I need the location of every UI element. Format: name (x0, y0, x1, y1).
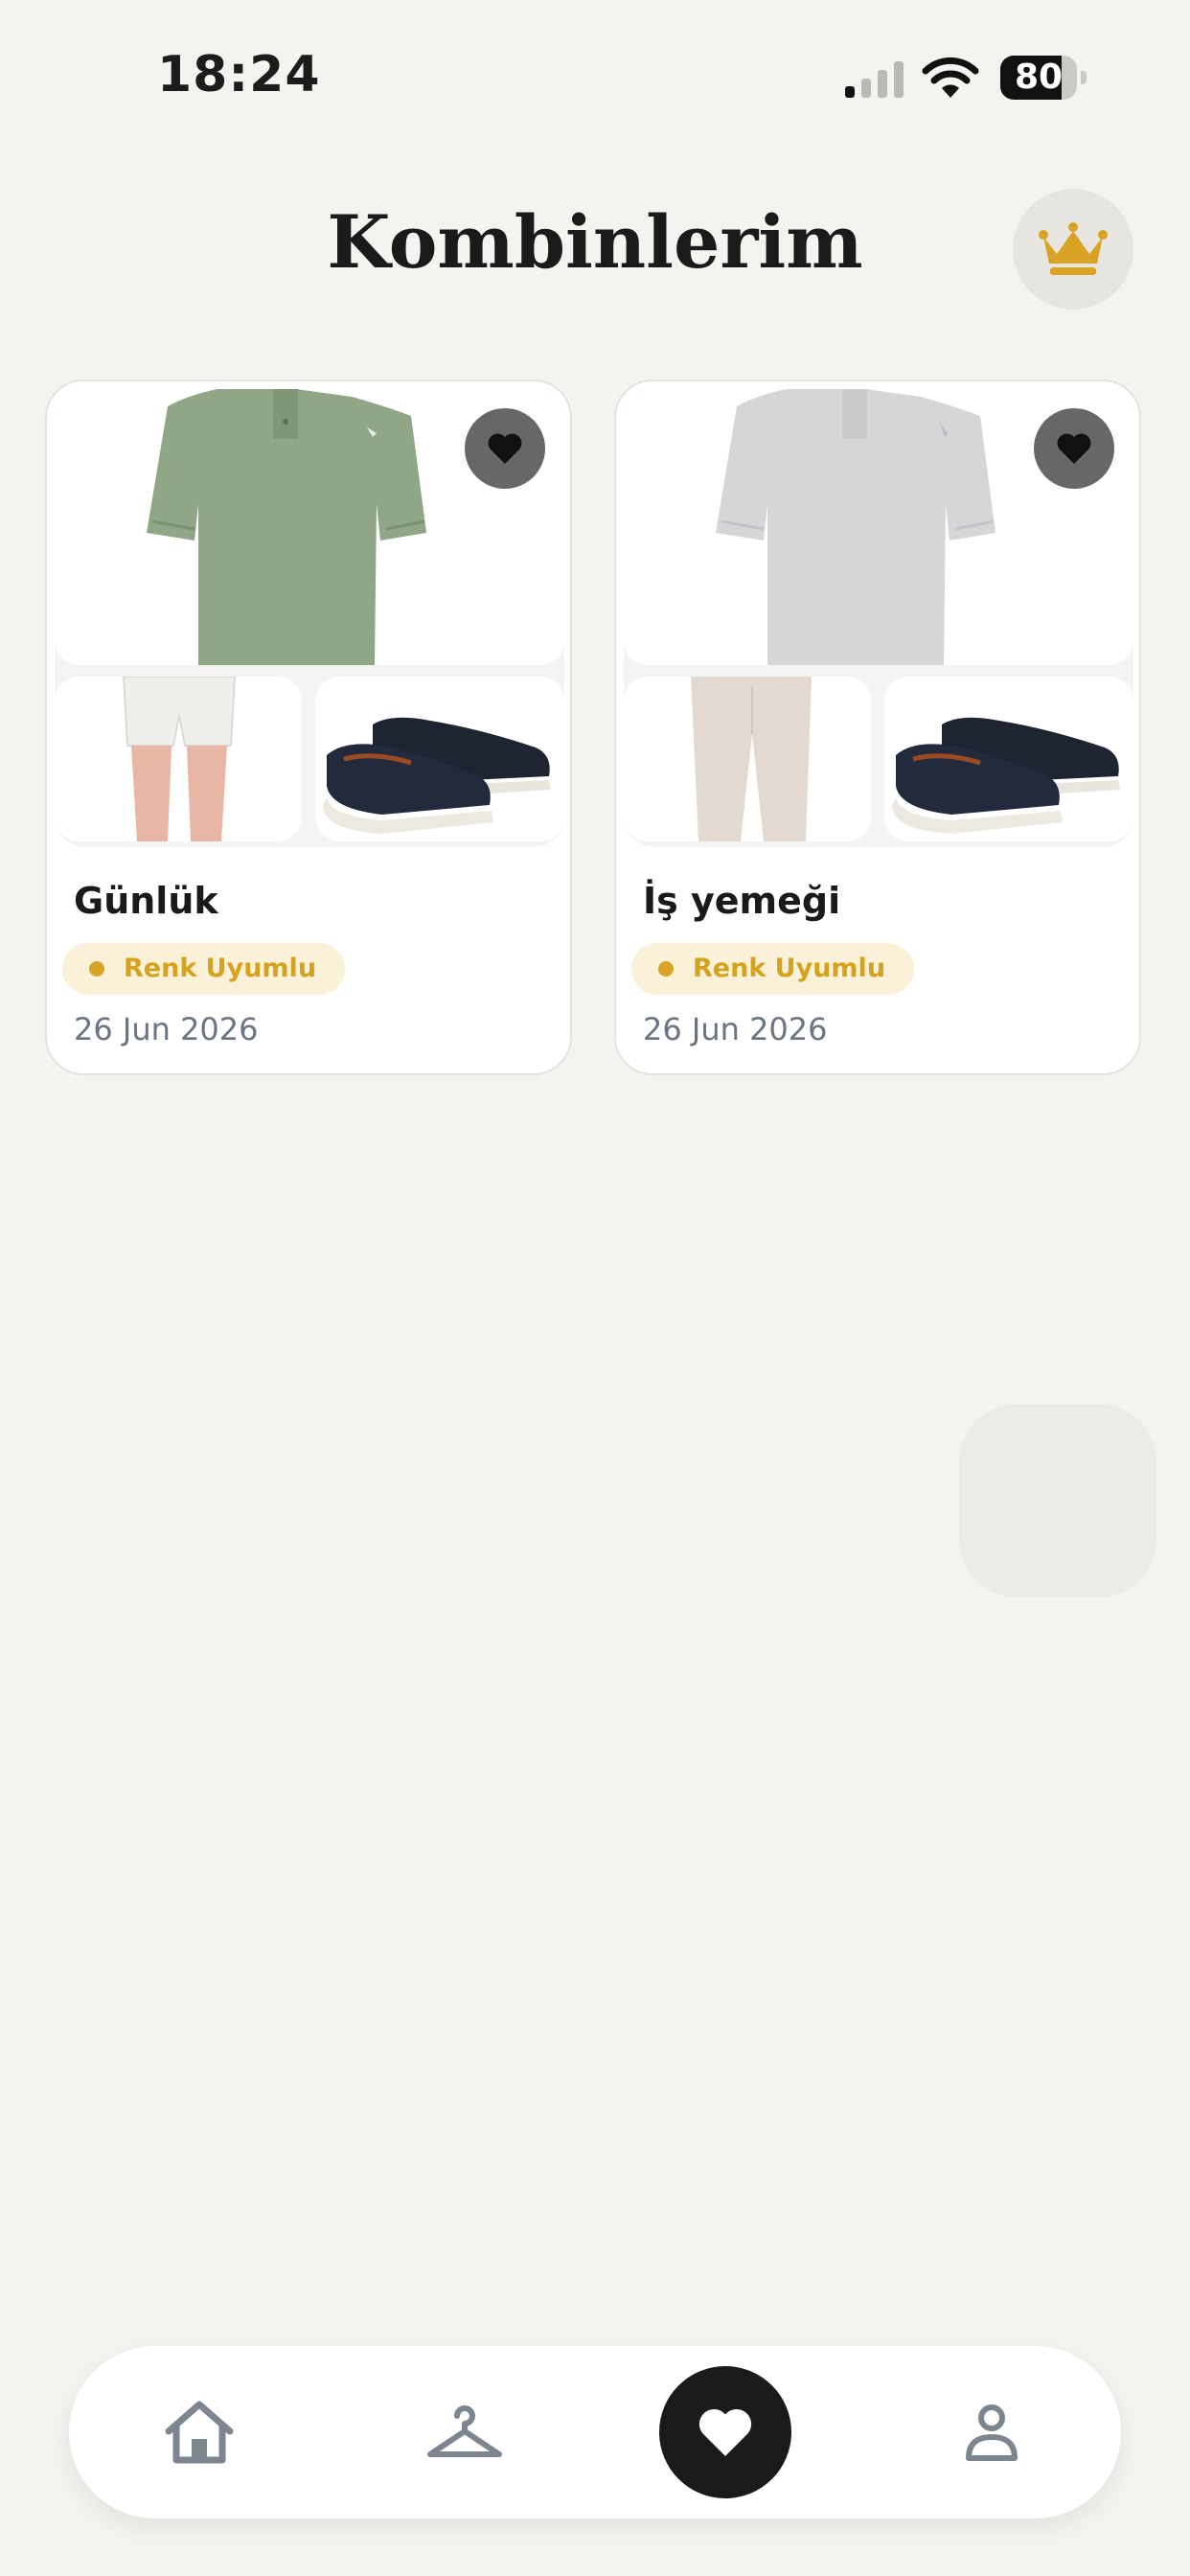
outfit-card[interactable]: Günlük Renk Uyumlu 26 Jun 2026 (45, 380, 572, 1075)
tab-wardrobe[interactable] (398, 2346, 532, 2518)
tab-home[interactable] (132, 2346, 266, 2518)
outfit-collage (55, 389, 564, 847)
outfit-collage (624, 389, 1133, 847)
badge-dot (658, 961, 674, 977)
tab-bar (69, 2346, 1121, 2518)
wifi-icon (922, 57, 979, 98)
heart-icon (488, 433, 522, 464)
active-tab-indicator (659, 2366, 791, 2498)
outfit-date: 26 Jun 2026 (74, 1011, 259, 1047)
heart-icon (1057, 433, 1091, 464)
outfit-date: 26 Jun 2026 (643, 1011, 828, 1047)
heart-icon (698, 2409, 752, 2456)
badge-dot (89, 961, 104, 977)
hanger-icon (427, 2405, 502, 2457)
premium-button[interactable] (1013, 189, 1133, 310)
outfit-title: Günlük (74, 880, 218, 922)
battery-level: 80 (1014, 58, 1064, 97)
outfit-title: İş yemeği (643, 880, 841, 922)
floating-action-button[interactable] (959, 1404, 1156, 1598)
outfit-bottom-image (55, 677, 302, 841)
outfit-bottom-image (624, 677, 871, 841)
status-bar: 18:24 80 (0, 0, 1190, 144)
outfit-shoes-image (884, 677, 1133, 841)
tab-favorites[interactable] (658, 2346, 792, 2518)
cellular-signal-icon (845, 61, 904, 98)
outfit-shoes-image (315, 677, 564, 841)
person-icon (966, 2404, 1018, 2461)
crown-icon (1039, 222, 1108, 275)
color-match-badge: Renk Uyumlu (631, 943, 915, 995)
outfit-card[interactable]: İş yemeği Renk Uyumlu 26 Jun 2026 (614, 380, 1141, 1075)
page-title: Kombinlerim (327, 199, 863, 285)
favorite-button[interactable] (1034, 408, 1114, 489)
badge-label: Renk Uyumlu (693, 954, 886, 983)
battery-indicator: 80 (1000, 56, 1087, 100)
badge-label: Renk Uyumlu (124, 954, 317, 983)
color-match-badge: Renk Uyumlu (62, 943, 346, 995)
home-icon (165, 2401, 234, 2464)
tab-profile[interactable] (925, 2346, 1059, 2518)
favorite-button[interactable] (465, 408, 545, 489)
status-time: 18:24 (157, 46, 321, 104)
